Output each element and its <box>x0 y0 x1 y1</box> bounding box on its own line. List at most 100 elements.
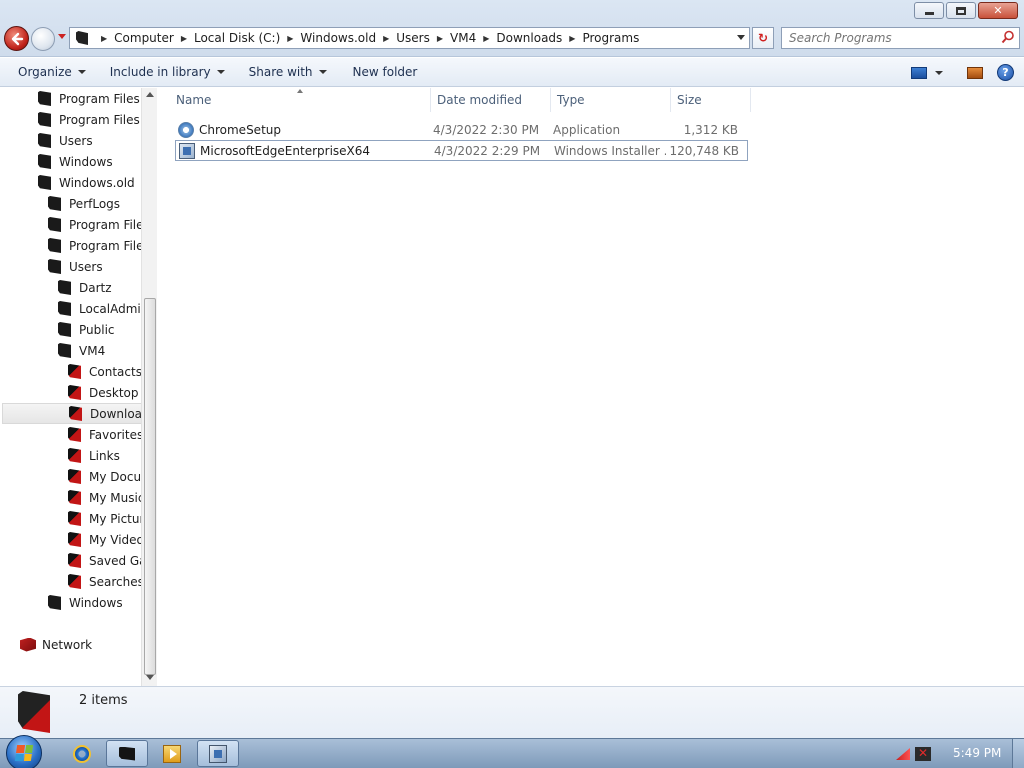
recent-pages-dropdown[interactable] <box>58 34 66 39</box>
tree-item[interactable]: My Music <box>68 487 144 508</box>
window-controls: ✕ <box>914 2 1018 19</box>
contacts-folder-icon <box>68 364 81 379</box>
organize-menu[interactable]: Organize <box>18 58 86 87</box>
new-folder-button[interactable]: New folder <box>353 58 418 87</box>
file-row[interactable]: MicrosoftEdgeEnterpriseX64 4/3/2022 2:29… <box>175 140 748 161</box>
pictures-folder-icon <box>68 511 81 526</box>
tree-item[interactable]: VM4 <box>58 340 105 361</box>
refresh-button[interactable]: ↻ <box>752 27 774 49</box>
breadcrumb-computer[interactable]: Computer <box>114 31 174 45</box>
tree-item-label: Favorites <box>89 427 144 442</box>
search-box[interactable] <box>781 27 1020 49</box>
column-headers: Name Date modified Type Size <box>170 88 751 112</box>
include-in-library-menu[interactable]: Include in library <box>110 58 225 87</box>
back-button[interactable] <box>4 26 29 51</box>
breadcrumb-windows-old[interactable]: Windows.old <box>300 31 376 45</box>
help-icon[interactable]: ? <box>997 64 1014 81</box>
tree-item[interactable]: Users <box>38 130 93 151</box>
file-date: 4/3/2022 2:29 PM <box>434 143 541 158</box>
file-list-pane: Name Date modified Type Size ChromeSetup… <box>158 88 1024 686</box>
tree-item[interactable]: LocalAdmin <box>58 298 148 319</box>
tree-item[interactable]: PerfLogs <box>48 193 120 214</box>
network-disconnected-icon[interactable] <box>915 746 931 761</box>
window-titlebar: ✕ ▶ Computer ▶ Local Disk (C:) ▶ Windows… <box>0 0 1024 57</box>
maximize-button[interactable] <box>946 2 976 19</box>
tree-item[interactable]: Program Files <box>48 235 150 256</box>
tree-item[interactable]: Program Files ( <box>38 109 148 130</box>
taskbar-clock[interactable]: 5:49 PM <box>953 746 1001 760</box>
search-icon[interactable] <box>1001 30 1015 44</box>
share-with-menu[interactable]: Share with <box>249 58 327 87</box>
breadcrumb-downloads[interactable]: Downloads <box>496 31 562 45</box>
tree-item-network[interactable]: Network <box>20 634 92 655</box>
taskbar-internet-explorer[interactable] <box>61 740 103 767</box>
tree-item-label: PerfLogs <box>69 196 121 211</box>
close-button[interactable]: ✕ <box>978 2 1018 19</box>
start-button[interactable] <box>6 735 42 768</box>
chevron-right-icon[interactable]: ▶ <box>181 34 187 43</box>
chevron-right-icon[interactable]: ▶ <box>437 34 443 43</box>
folder-icon <box>58 280 71 295</box>
breadcrumb-local-disk[interactable]: Local Disk (C:) <box>194 31 280 45</box>
chevron-right-icon[interactable]: ▶ <box>569 34 575 43</box>
sort-ascending-icon <box>297 89 303 93</box>
breadcrumb-programs[interactable]: Programs <box>582 31 639 45</box>
navigation-scrollbar[interactable] <box>141 88 157 686</box>
scroll-up-arrow-icon[interactable] <box>146 92 154 97</box>
file-size: 120,748 KB <box>669 143 739 158</box>
tree-item-label: Users <box>59 133 93 148</box>
documents-folder-icon <box>68 469 81 484</box>
minimize-button[interactable] <box>914 2 944 19</box>
tree-item[interactable]: Searches <box>68 571 144 592</box>
preview-pane-icon[interactable] <box>967 66 983 79</box>
tree-item-label: Windows <box>59 154 113 169</box>
tree-item[interactable]: Windows <box>38 151 113 172</box>
tree-item[interactable]: Desktop <box>68 382 139 403</box>
search-input[interactable] <box>782 28 982 48</box>
tree-item-label: Network <box>42 637 93 652</box>
tree-item[interactable]: Program Files <box>48 214 150 235</box>
tree-item[interactable]: Program Files <box>38 88 140 109</box>
file-name-cell: MicrosoftEdgeEnterpriseX64 <box>176 142 434 159</box>
forward-button[interactable] <box>31 27 55 51</box>
music-folder-icon <box>68 490 81 505</box>
tree-item[interactable]: Contacts <box>68 361 142 382</box>
details-pane: 2 items <box>0 686 1024 738</box>
scroll-down-arrow-icon[interactable] <box>146 675 154 680</box>
change-view-icon[interactable] <box>911 66 927 79</box>
tree-item[interactable]: Downloads <box>2 403 156 424</box>
column-header-date-modified[interactable]: Date modified <box>431 88 551 112</box>
file-type: Windows Installer ... <box>554 143 666 158</box>
chevron-right-icon[interactable]: ▶ <box>101 34 107 43</box>
taskbar-windows-installer[interactable] <box>197 740 239 767</box>
chevron-right-icon[interactable]: ▶ <box>483 34 489 43</box>
taskbar-media-player[interactable] <box>151 740 193 767</box>
column-header-type[interactable]: Type <box>551 88 671 112</box>
show-desktop-button[interactable] <box>1012 739 1024 768</box>
chevron-right-icon[interactable]: ▶ <box>287 34 293 43</box>
tree-item-label: Windows <box>69 595 123 610</box>
folder-icon <box>38 154 51 169</box>
tree-item[interactable]: Favorites <box>68 424 143 445</box>
column-type-label: Type <box>557 93 585 107</box>
tree-item[interactable]: Dartz <box>58 277 112 298</box>
breadcrumb-vm4[interactable]: VM4 <box>450 31 476 45</box>
signal-strength-icon[interactable] <box>896 748 910 760</box>
view-options-dropdown[interactable] <box>935 70 943 75</box>
windows-installer-icon <box>209 744 227 763</box>
address-bar[interactable]: ▶ Computer ▶ Local Disk (C:) ▶ Windows.o… <box>69 27 750 49</box>
tree-item[interactable]: Windows <box>48 592 123 613</box>
chevron-right-icon[interactable]: ▶ <box>383 34 389 43</box>
taskbar-windows-explorer[interactable] <box>106 740 148 767</box>
column-header-size[interactable]: Size <box>671 88 751 112</box>
scrollbar-thumb[interactable] <box>144 298 156 675</box>
file-row[interactable]: ChromeSetup 4/3/2022 2:30 PM Application… <box>175 119 748 140</box>
breadcrumb-users[interactable]: Users <box>396 31 430 45</box>
tree-item[interactable]: Windows.old <box>38 172 135 193</box>
address-history-dropdown[interactable] <box>737 35 745 40</box>
tree-item[interactable]: Public <box>58 319 115 340</box>
tree-item[interactable]: My Videos <box>68 529 150 550</box>
tree-item[interactable]: Links <box>68 445 120 466</box>
tree-item-label: LocalAdmin <box>79 301 149 316</box>
tree-item[interactable]: Users <box>48 256 103 277</box>
